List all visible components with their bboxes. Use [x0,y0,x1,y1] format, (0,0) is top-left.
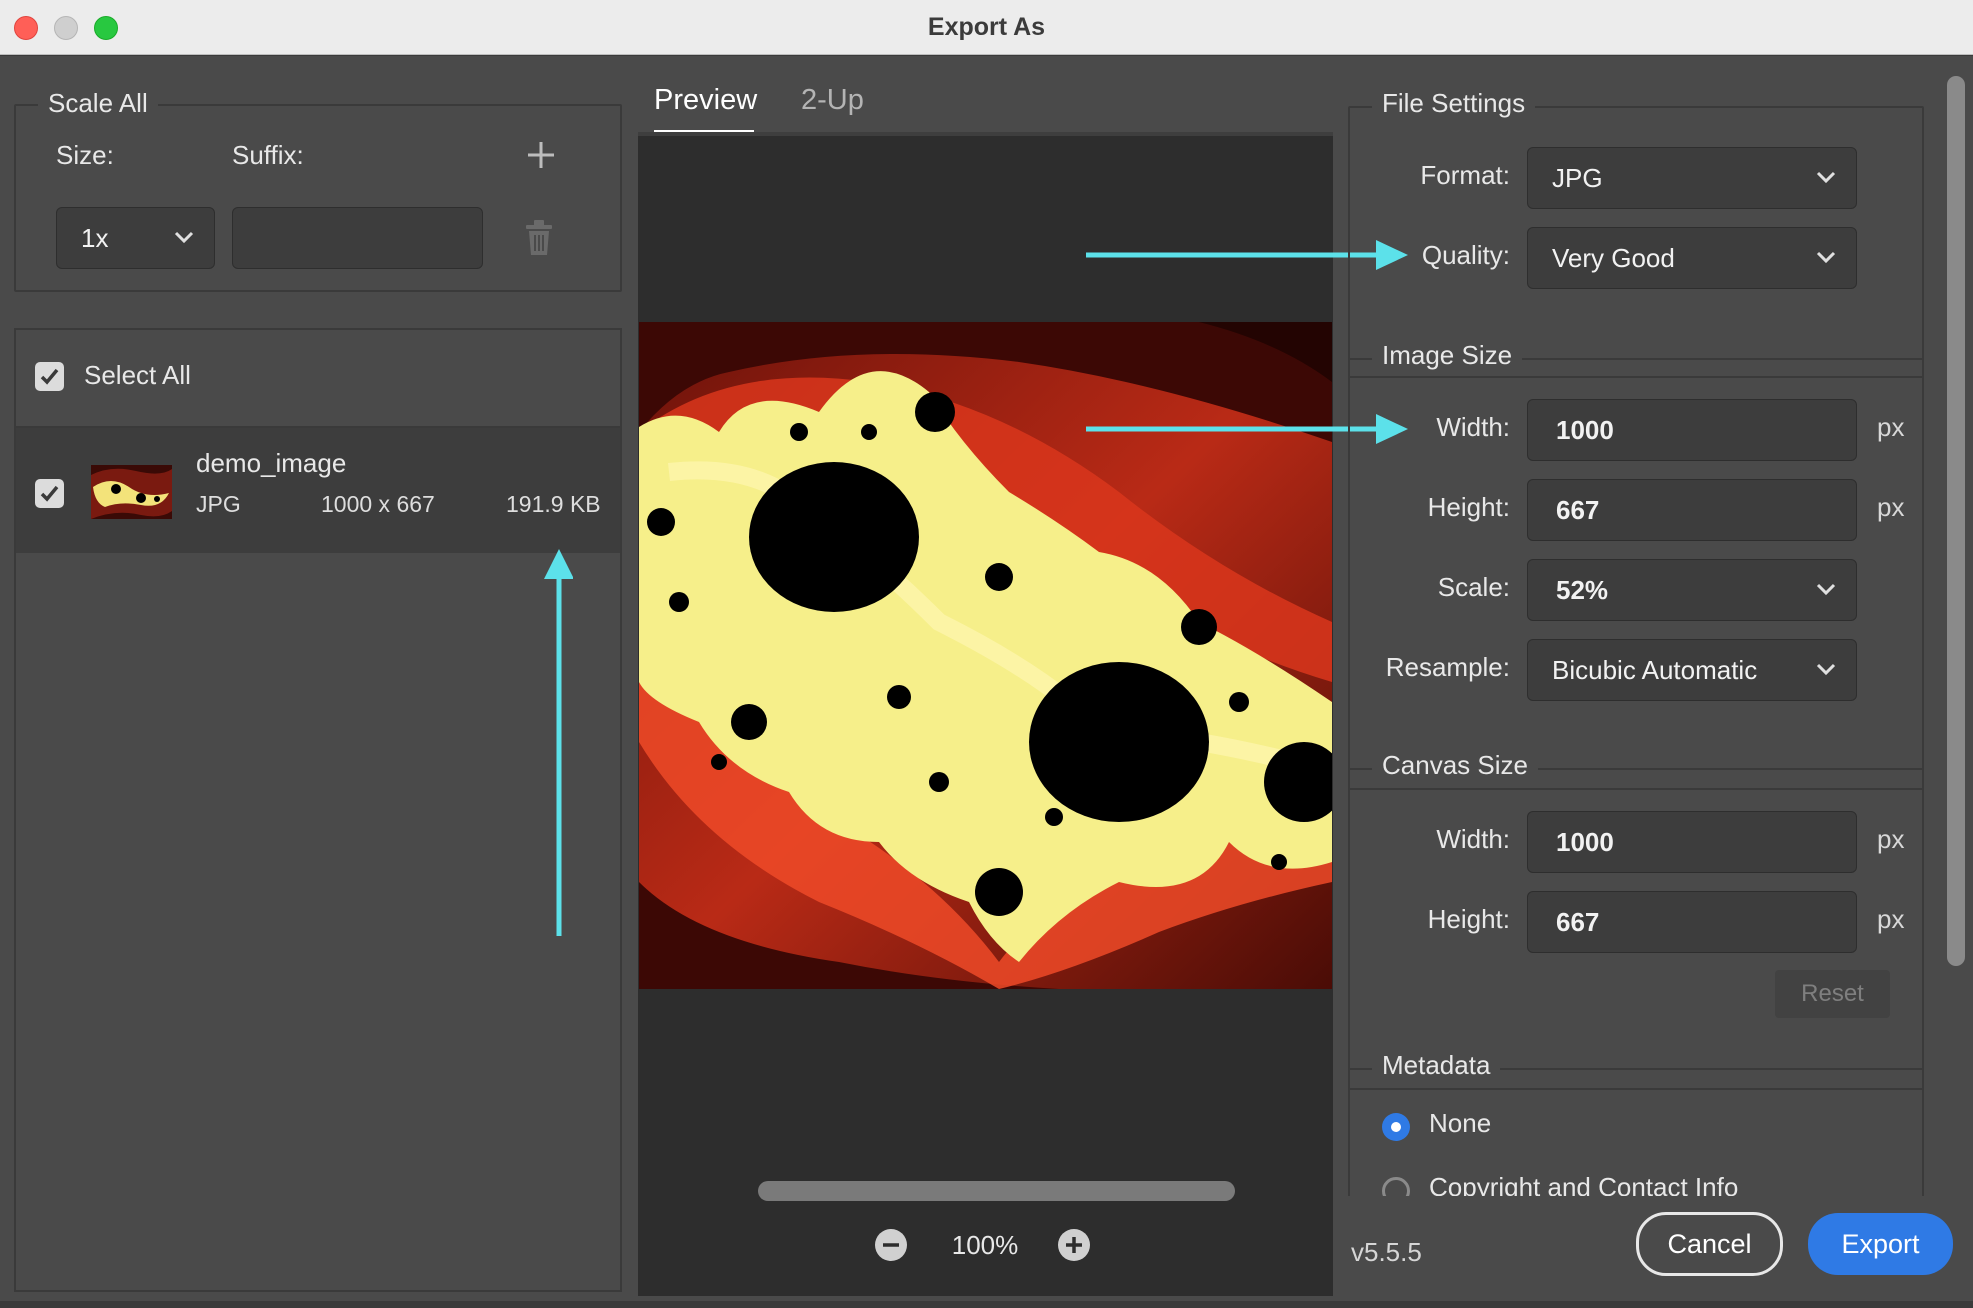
reset-button[interactable]: Reset [1775,970,1890,1018]
size-select-value: 1x [81,223,109,253]
checkmark-icon [40,368,59,385]
canvas-height-value: 667 [1556,907,1600,937]
canvas-width-value: 1000 [1556,827,1614,857]
image-width-unit: px [1877,412,1905,442]
annotation-arrow-up [544,549,573,936]
image-width-value: 1000 [1556,415,1614,445]
asset-name: demo_image [196,448,347,478]
metadata-none-radio[interactable] [1382,1113,1410,1141]
image-height-label: Height: [1427,492,1510,522]
asset-checkbox[interactable] [35,479,64,508]
export-dialog: Scale All Size: Suffix: 1x Select All de… [0,56,1973,1308]
quality-select[interactable]: Very Good [1527,227,1857,289]
quality-label: Quality: [1421,240,1510,270]
plus-circle-icon [1058,1229,1090,1261]
preview-scrollbar[interactable] [758,1181,1235,1201]
chevron-down-icon [174,231,194,244]
suffix-input[interactable] [232,207,483,269]
canvas-height-label: Height: [1427,904,1510,934]
asset-file-size: 191.9 KB [506,491,601,517]
radio-dot [1391,1122,1401,1132]
resample-select[interactable]: Bicubic Automatic [1527,639,1857,701]
size-select[interactable]: 1x [56,207,215,269]
scale-all-legend: Scale All [38,88,158,119]
chevron-down-icon [1816,583,1836,596]
cancel-button[interactable]: Cancel [1636,1212,1783,1276]
canvas-width-input[interactable]: 1000 [1527,811,1857,873]
delete-scale-button[interactable] [522,219,556,257]
asset-thumbnail [91,465,172,519]
select-all-label: Select All [84,360,191,390]
zoom-out-button[interactable] [874,1228,908,1262]
scale-select[interactable]: 52% [1527,559,1857,621]
chevron-down-icon [1816,251,1836,264]
export-button[interactable]: Export [1808,1213,1953,1275]
checkmark-icon [40,485,59,502]
suffix-label: Suffix: [232,140,304,170]
canvas-height-unit: px [1877,904,1905,934]
resample-select-value: Bicubic Automatic [1552,655,1758,685]
scale-label: Scale: [1437,572,1510,602]
zoom-in-button[interactable] [1057,1228,1091,1262]
title-bar: Export As [0,0,1973,55]
quality-select-value: Very Good [1552,243,1675,273]
add-scale-button[interactable] [524,138,558,172]
asset-format: JPG [196,491,241,517]
metadata-none-label: None [1429,1108,1492,1138]
image-height-input[interactable]: 667 [1527,479,1857,541]
version-label: v5.5.5 [1351,1237,1422,1267]
tab-2-up[interactable]: 2-Up [801,84,864,117]
select-all-checkbox[interactable] [35,362,64,391]
settings-scrollbar[interactable] [1947,76,1965,966]
window-title: Export As [927,13,1046,41]
resample-label: Resample: [1385,652,1510,682]
canvas-size-legend: Canvas Size [1372,750,1538,781]
canvas-width-unit: px [1877,824,1905,854]
format-label: Format: [1420,160,1510,190]
plus-icon [528,142,554,168]
scale-select-value: 52% [1556,575,1609,605]
asset-row[interactable]: demo_image JPG 1000 x 667 191.9 KB [16,428,620,553]
tab-preview[interactable]: Preview [654,84,757,117]
canvas-width-label: Width: [1436,824,1510,854]
format-select-value: JPG [1552,163,1603,193]
image-height-unit: px [1877,492,1905,522]
chevron-down-icon [1816,171,1836,184]
minus-circle-icon [875,1229,907,1261]
metadata-legend: Metadata [1372,1050,1501,1081]
zoom-level: 100% [951,1230,1019,1260]
trash-icon [526,220,552,255]
asset-dimensions: 1000 x 667 [321,491,435,517]
size-label: Size: [56,140,114,170]
format-select[interactable]: JPG [1527,147,1857,209]
image-height-value: 667 [1556,495,1600,525]
image-width-label: Width: [1436,412,1510,442]
chevron-down-icon [1816,663,1836,676]
canvas-height-input[interactable]: 667 [1527,891,1857,953]
image-size-legend: Image Size [1372,340,1523,371]
file-settings-legend: File Settings [1372,88,1536,119]
image-width-input[interactable]: 1000 [1527,399,1857,461]
